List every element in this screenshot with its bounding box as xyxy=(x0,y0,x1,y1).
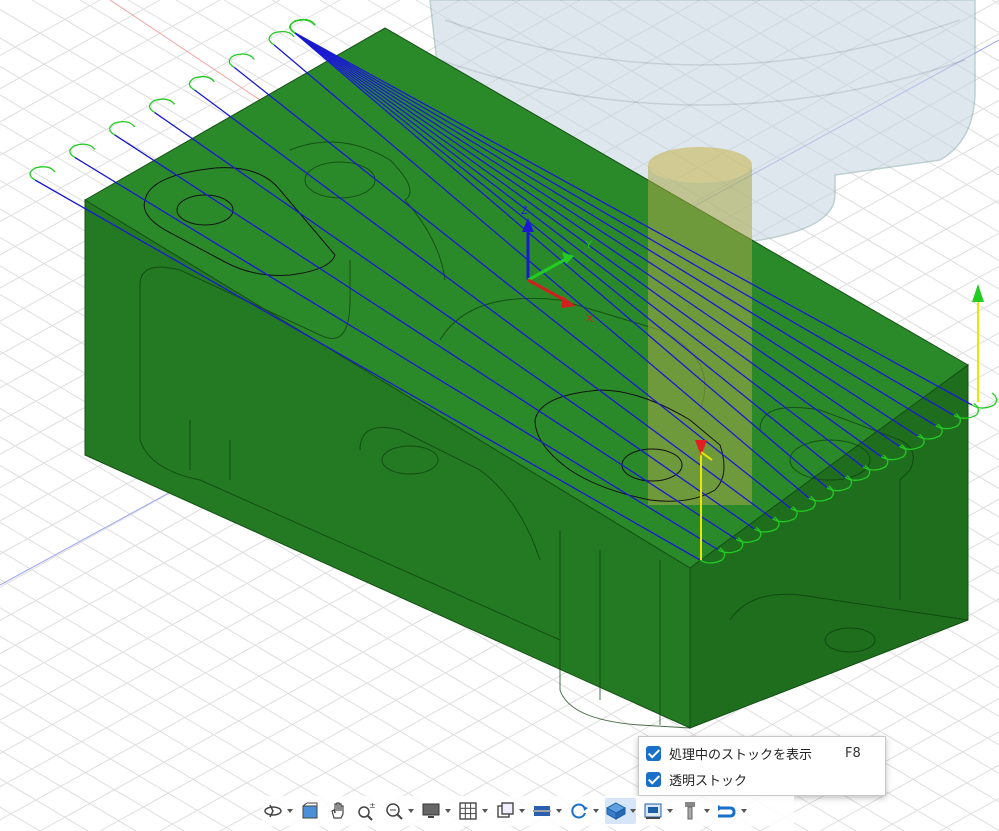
zoom-icon: ± xyxy=(358,801,376,821)
section-icon xyxy=(533,806,551,816)
simulation-button[interactable] xyxy=(568,798,599,824)
caret-down-icon[interactable] xyxy=(741,809,747,813)
machine-icon xyxy=(644,803,662,819)
navigation-toolbar: ± xyxy=(262,796,794,826)
look-at-icon xyxy=(302,802,318,819)
toolpath-link xyxy=(289,19,316,34)
toolpath-link xyxy=(109,120,136,136)
orbit-button[interactable] xyxy=(262,798,293,824)
fit-icon xyxy=(386,803,403,820)
viewports-icon xyxy=(497,802,514,818)
caret-down-icon[interactable] xyxy=(593,809,599,813)
display-settings-button[interactable] xyxy=(420,798,451,824)
view-gizmo-arrow xyxy=(972,284,984,402)
checkbox-show-in-process-stock[interactable] xyxy=(646,745,661,761)
axis-label-x: X xyxy=(586,313,594,325)
caret-down-icon[interactable] xyxy=(482,809,488,813)
section-button[interactable] xyxy=(531,798,562,824)
display-settings-icon xyxy=(422,803,440,818)
zoom-button[interactable]: ± xyxy=(355,798,377,824)
menu-item-label: 処理中のストックを表示 xyxy=(669,747,813,763)
stock-display-icon xyxy=(605,802,627,820)
caret-down-icon[interactable] xyxy=(704,809,710,813)
viewports-button[interactable] xyxy=(494,798,525,824)
caret-down-icon[interactable] xyxy=(630,809,636,813)
menu-item-show-in-process-stock[interactable]: 処理中のストックを表示 F8 xyxy=(639,740,885,766)
toolpath-link xyxy=(29,166,56,181)
axis-label-y: Y xyxy=(585,239,593,251)
caret-down-icon[interactable] xyxy=(519,809,525,813)
orbit-icon xyxy=(264,804,282,818)
menu-item-label: 透明ストック xyxy=(669,773,748,789)
tool-display-icon xyxy=(685,802,695,820)
toolpath-link xyxy=(69,143,96,159)
menu-item-shortcut: F8 xyxy=(845,745,861,761)
toolpath-display-button[interactable] xyxy=(716,798,747,824)
menu-item-transparent-stock[interactable]: 透明ストック xyxy=(639,766,885,792)
fit-button[interactable] xyxy=(383,798,414,824)
toolpath-link xyxy=(188,75,215,91)
caret-down-icon[interactable] xyxy=(408,809,414,813)
pan-icon xyxy=(331,802,344,819)
checkbox-transparent-stock[interactable] xyxy=(646,771,661,787)
caret-down-icon[interactable] xyxy=(445,809,451,813)
cam-viewport[interactable]: Z Y X xyxy=(0,0,999,831)
stock-display-menu: 処理中のストックを表示 F8 透明ストック xyxy=(638,736,886,796)
grid-icon xyxy=(459,802,477,820)
toolpath-link xyxy=(268,30,295,46)
stock-display-button[interactable] xyxy=(605,798,636,824)
caret-down-icon[interactable] xyxy=(556,809,562,813)
caret-down-icon[interactable] xyxy=(287,809,293,813)
machine-button[interactable] xyxy=(642,798,673,824)
tool-display-button[interactable] xyxy=(679,798,710,824)
svg-text:±: ± xyxy=(369,801,376,810)
look-at-button[interactable] xyxy=(299,798,321,824)
toolpath-link xyxy=(228,53,255,68)
grid-button[interactable] xyxy=(457,798,488,824)
pan-button[interactable] xyxy=(327,798,349,824)
axis-label-z: Z xyxy=(521,205,528,217)
toolpath-display-icon xyxy=(718,805,736,818)
caret-down-icon[interactable] xyxy=(667,809,673,813)
simulation-icon xyxy=(571,803,588,819)
